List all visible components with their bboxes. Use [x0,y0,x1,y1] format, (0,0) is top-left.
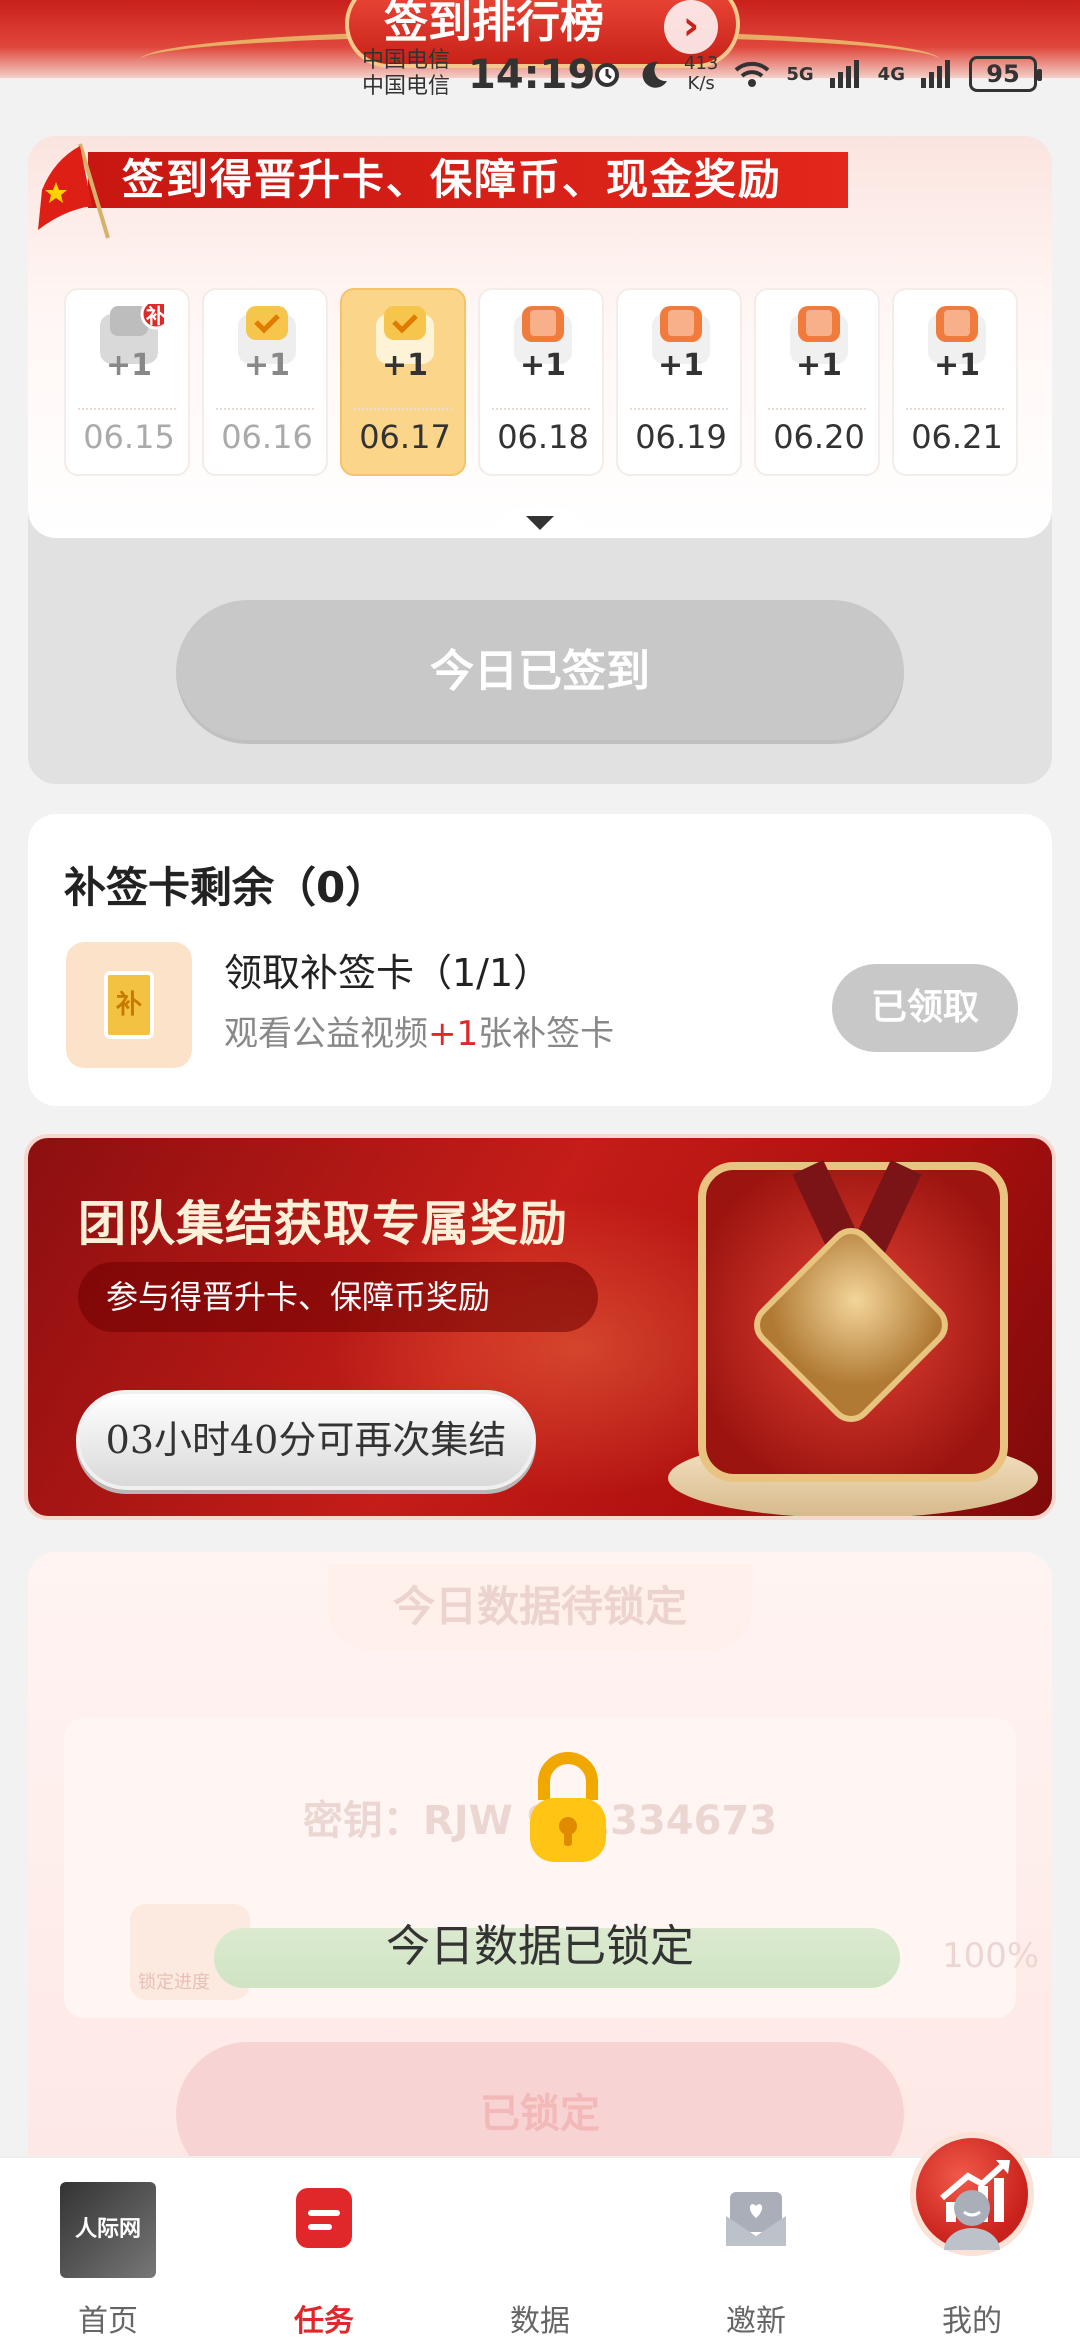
alarm-icon [595,63,619,87]
day-divider [216,408,314,410]
day-reward: +1 [105,348,152,383]
day-date: 06.20 [773,418,865,456]
status-icons: 413 K/s 5G 4G 95 [590,53,1042,94]
checkin-ranking-label: 签到排行榜 [384,0,604,48]
invite-envelope-icon [726,2192,786,2246]
signal-bars-icon-2 [920,60,950,88]
day-divider [78,408,176,410]
day-tile-0618: +1 06.18 [478,288,604,476]
status-bar: 中国电信 中国电信 14:19 413 K/s 5G 4G 95 [0,48,1080,112]
nav-label: 数据 [510,2304,570,2339]
profile-icon [944,2190,1000,2250]
day-divider [492,408,590,410]
net-speed: 413 K/s [684,53,719,94]
day-tile-0616: +1 06.16 [202,288,328,476]
handshake-medal-icon [744,1218,958,1432]
day-date: 06.19 [635,418,727,456]
data-lock-card: 今日数据待锁定 密钥：RJW 961334673 锁定进度 100% 今日数据已… [28,1552,1052,2212]
nav-invite[interactable]: 邀新 [648,2158,864,2340]
moon-icon [642,61,667,88]
home-thumbnail-icon: 人际网 [60,2182,156,2278]
makeup-remaining-title: 补签卡剩余（0） [64,863,388,912]
signal-bars-icon [829,60,859,88]
nav-profile[interactable]: 我的 [864,2158,1080,2340]
nav-task[interactable]: 任务 [216,2158,432,2340]
makeup-task-name: 领取补签卡（1/1） [224,951,552,995]
nav-label: 邀新 [726,2304,786,2339]
flag-icon [38,143,110,239]
day-reward: +1 [795,348,842,383]
makeup-card-glyph: 补 [104,971,154,1039]
day-tile-0617-today: +1 06.17 [340,288,466,476]
claimed-button[interactable]: 已领取 [832,964,1018,1052]
day-reward: +1 [933,348,980,383]
checkin-card: 签到得晋升卡、保障币、现金奖励 补 +1 06.15 +1 06.16 +1 0… [28,136,1052,784]
team-rally-banner[interactable]: 团队集结获取专属奖励 参与得晋升卡、保障币奖励 03小时40分可再次集结 [24,1134,1056,1520]
task-icon [296,2188,352,2248]
day-date: 06.15 [83,418,175,456]
day-reward: +1 [381,348,428,383]
day-reward: +1 [243,348,290,383]
chevron-right-icon: › [664,0,718,54]
lock-status-text: 今日数据已锁定 [386,1921,694,1972]
day-reward: +1 [519,348,566,383]
checkin-days-row: 补 +1 06.15 +1 06.16 +1 06.17 +1 06.18 +1… [64,288,1018,476]
carrier-1: 中国电信 [362,48,451,73]
makeup-desc-highlight: +1 [428,1014,479,1054]
team-subtitle: 参与得晋升卡、保障币奖励 [78,1262,598,1332]
day-date: 06.16 [221,418,313,456]
day-tile-0620: +1 06.20 [754,288,880,476]
carrier-2: 中国电信 [362,74,451,99]
day-tile-0621: +1 06.21 [892,288,1018,476]
nav-label: 任务 [294,2304,354,2339]
makeup-desc-prefix: 观看公益视频 [224,1014,428,1054]
signal-5g-label: 5G [786,63,814,85]
padlock-icon [530,1752,606,1862]
day-date: 06.17 [359,418,451,456]
nav-label: 我的 [942,2304,1002,2339]
makeup-badge: 补 [146,304,166,328]
day-tile-0619: +1 06.19 [616,288,742,476]
day-divider [354,408,452,410]
expand-calendar-button[interactable] [498,506,582,538]
medal-frame [698,1159,1008,1482]
team-title: 团队集结获取专属奖励 [78,1196,569,1252]
day-date: 06.18 [497,418,589,456]
lock-pending-header: 今日数据待锁定 [328,1564,752,1650]
bottom-nav: 人际网 首页 任务 数据 邀新 我的 [0,2132,1080,2340]
makeup-card-section: 补签卡剩余（0） 补 领取补签卡（1/1） 观看公益视频+1张补签卡 已领取 [28,814,1052,1106]
day-divider [768,408,866,410]
day-date: 06.21 [911,418,1003,456]
nav-label: 首页 [78,2304,138,2339]
day-divider [630,408,728,410]
day-divider [906,408,1004,410]
team-countdown-button[interactable]: 03小时40分可再次集结 [76,1390,536,1490]
day-tile-0615[interactable]: 补 +1 06.15 [64,288,190,476]
makeup-task-desc: 观看公益视频+1张补签卡 [224,1006,614,1055]
battery-icon: 95 [968,56,1042,92]
signed-today-button[interactable]: 今日已签到 [176,600,904,744]
nav-data[interactable]: 数据 [432,2132,1034,2340]
signal-4g-label: 4G [877,63,905,85]
makeup-card-icon: 补 [66,942,192,1068]
checkin-banner: 签到得晋升卡、保障币、现金奖励 [88,152,848,208]
wifi-icon [735,61,770,87]
carrier-info: 中国电信 中国电信 [362,48,450,100]
checkin-top-panel: 签到得晋升卡、保障币、现金奖励 补 +1 06.15 +1 06.16 +1 0… [28,136,1052,538]
caret-down-icon [526,516,554,530]
status-time: 14:19 [468,52,596,98]
makeup-desc-suffix: 张补签卡 [478,1014,615,1054]
nav-home[interactable]: 人际网 首页 [0,2158,216,2340]
day-reward: +1 [657,348,704,383]
